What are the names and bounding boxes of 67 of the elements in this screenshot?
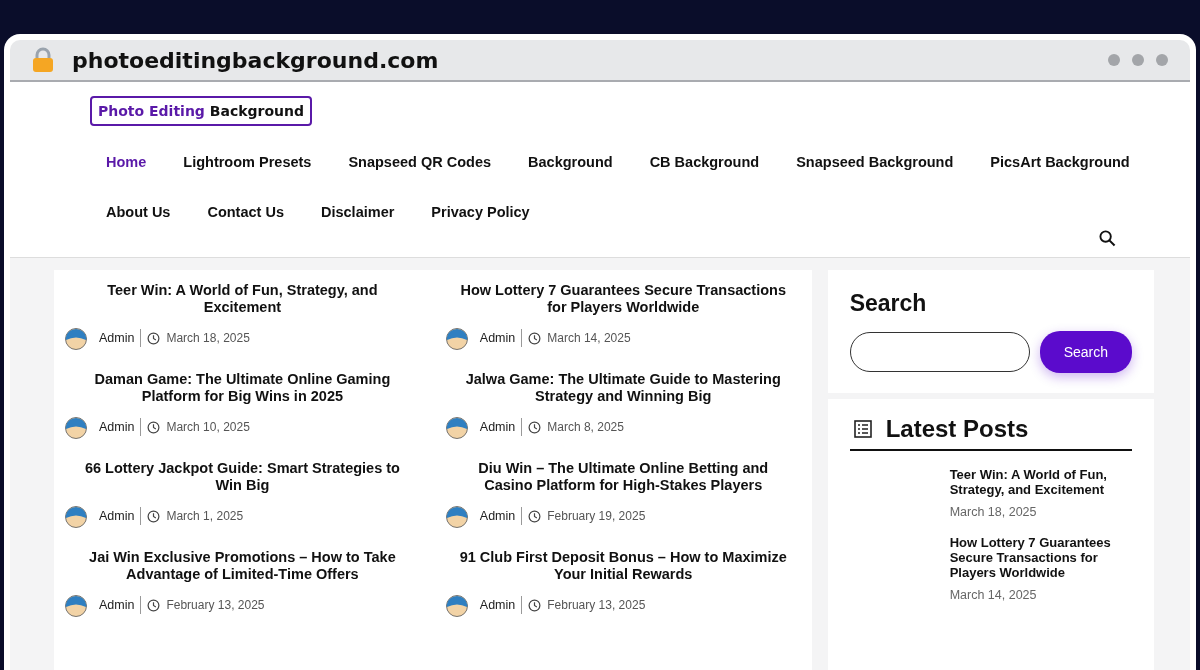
- nav-link[interactable]: Home: [106, 154, 147, 170]
- author-name[interactable]: Admin: [479, 598, 516, 612]
- avatar-icon: [444, 326, 469, 350]
- post-date: March 14, 2025: [547, 331, 631, 345]
- clock-icon: [528, 420, 542, 434]
- author-name[interactable]: Admin: [99, 331, 135, 345]
- post-title-link[interactable]: Jalwa Game: The Ultimate Guide to Mastering Strategy and Winning Big: [444, 371, 802, 405]
- address-text: photoeditingbackground.com: [72, 47, 439, 73]
- nav-link[interactable]: Disclaimer: [321, 204, 395, 220]
- avatar-icon: [64, 415, 88, 439]
- post-date: February 19, 2025: [547, 509, 646, 523]
- post-title-link[interactable]: Jai Win Exclusive Promotions – How to Take Advantage of Limited-Time Offers: [64, 549, 421, 583]
- clock-icon: [528, 509, 542, 523]
- clock-icon: [147, 598, 161, 612]
- nav-link[interactable]: Lightroom Presets: [183, 154, 312, 170]
- padlock-icon: [32, 47, 54, 73]
- avatar-icon: [64, 593, 88, 617]
- clock-icon: [528, 598, 542, 612]
- post-title-link[interactable]: Diu Win – The Ultimate Online Betting and Casino Platform for High-Stakes Players: [444, 460, 802, 494]
- window-dot-icon[interactable]: [1108, 54, 1120, 66]
- author-name[interactable]: Admin: [479, 331, 516, 345]
- search-button[interactable]: Search: [1039, 331, 1132, 373]
- clock-icon: [147, 509, 161, 523]
- post-date: March 14, 2025: [949, 588, 1038, 602]
- post-title-link[interactable]: 91 Club First Deposit Bonus – How to Maximize Your Initial Rewards: [444, 549, 802, 583]
- author-name[interactable]: Admin: [479, 420, 516, 434]
- avatar-icon: [444, 593, 469, 617]
- list-icon: [853, 420, 872, 438]
- post-title-link[interactable]: 66 Lottery Jackpot Guide: Smart Strategies to Win Big: [64, 460, 421, 494]
- clock-icon: [528, 331, 542, 345]
- author-name[interactable]: Admin: [99, 598, 135, 612]
- avatar-icon: [444, 504, 469, 528]
- post-date: March 10, 2025: [166, 420, 250, 434]
- post-date: March 18, 2025: [949, 505, 1038, 519]
- latest-post-link[interactable]: How Lottery 7 Guarantees Secure Transactions for Players Worldwide: [949, 535, 1132, 580]
- post-title-link[interactable]: Teer Win: A World of Fun, Strategy, and Excitement: [64, 282, 421, 316]
- post-title-link[interactable]: Daman Game: The Ultimate Online Gaming Platform for Big Wins in 2025: [64, 371, 421, 405]
- latest-post-link[interactable]: Teer Win: A World of Fun, Strategy, and Excitement: [949, 467, 1132, 497]
- author-name[interactable]: Admin: [99, 509, 135, 523]
- search-icon[interactable]: [1099, 230, 1116, 247]
- post-title-link[interactable]: How Lottery 7 Guarantees Secure Transactions for Players Worldwide: [444, 282, 802, 316]
- author-name[interactable]: Admin: [99, 420, 135, 434]
- nav-link[interactable]: About Us: [106, 204, 171, 220]
- nav-link[interactable]: Snapseed QR Codes: [348, 154, 492, 170]
- clock-icon: [147, 420, 161, 434]
- avatar-icon: [444, 415, 469, 439]
- avatar-icon: [64, 326, 88, 350]
- search-field[interactable]: [849, 332, 1030, 372]
- author-name[interactable]: Admin: [479, 509, 516, 523]
- nav-link[interactable]: PicsArt Background: [990, 154, 1130, 170]
- window-dot-icon[interactable]: [1156, 54, 1168, 66]
- nav-link[interactable]: CB Background: [649, 154, 760, 170]
- post-date: February 13, 2025: [547, 598, 646, 612]
- avatar-icon: [64, 504, 88, 528]
- widget-title: Latest Posts: [885, 415, 1029, 443]
- nav-link[interactable]: Snapseed Background: [796, 154, 954, 170]
- nav-link[interactable]: Contact Us: [207, 204, 284, 220]
- nav-link[interactable]: Background: [528, 154, 613, 170]
- site-logo[interactable]: Photo Editing Background: [90, 96, 312, 126]
- widget-title: Search: [849, 290, 928, 317]
- post-date: March 8, 2025: [547, 420, 624, 434]
- post-date: February 13, 2025: [166, 598, 265, 612]
- clock-icon: [147, 331, 161, 345]
- window-dot-icon[interactable]: [1132, 54, 1144, 66]
- nav-link[interactable]: Privacy Policy: [431, 204, 530, 220]
- post-date: March 1, 2025: [166, 509, 244, 523]
- post-date: March 18, 2025: [166, 331, 250, 345]
